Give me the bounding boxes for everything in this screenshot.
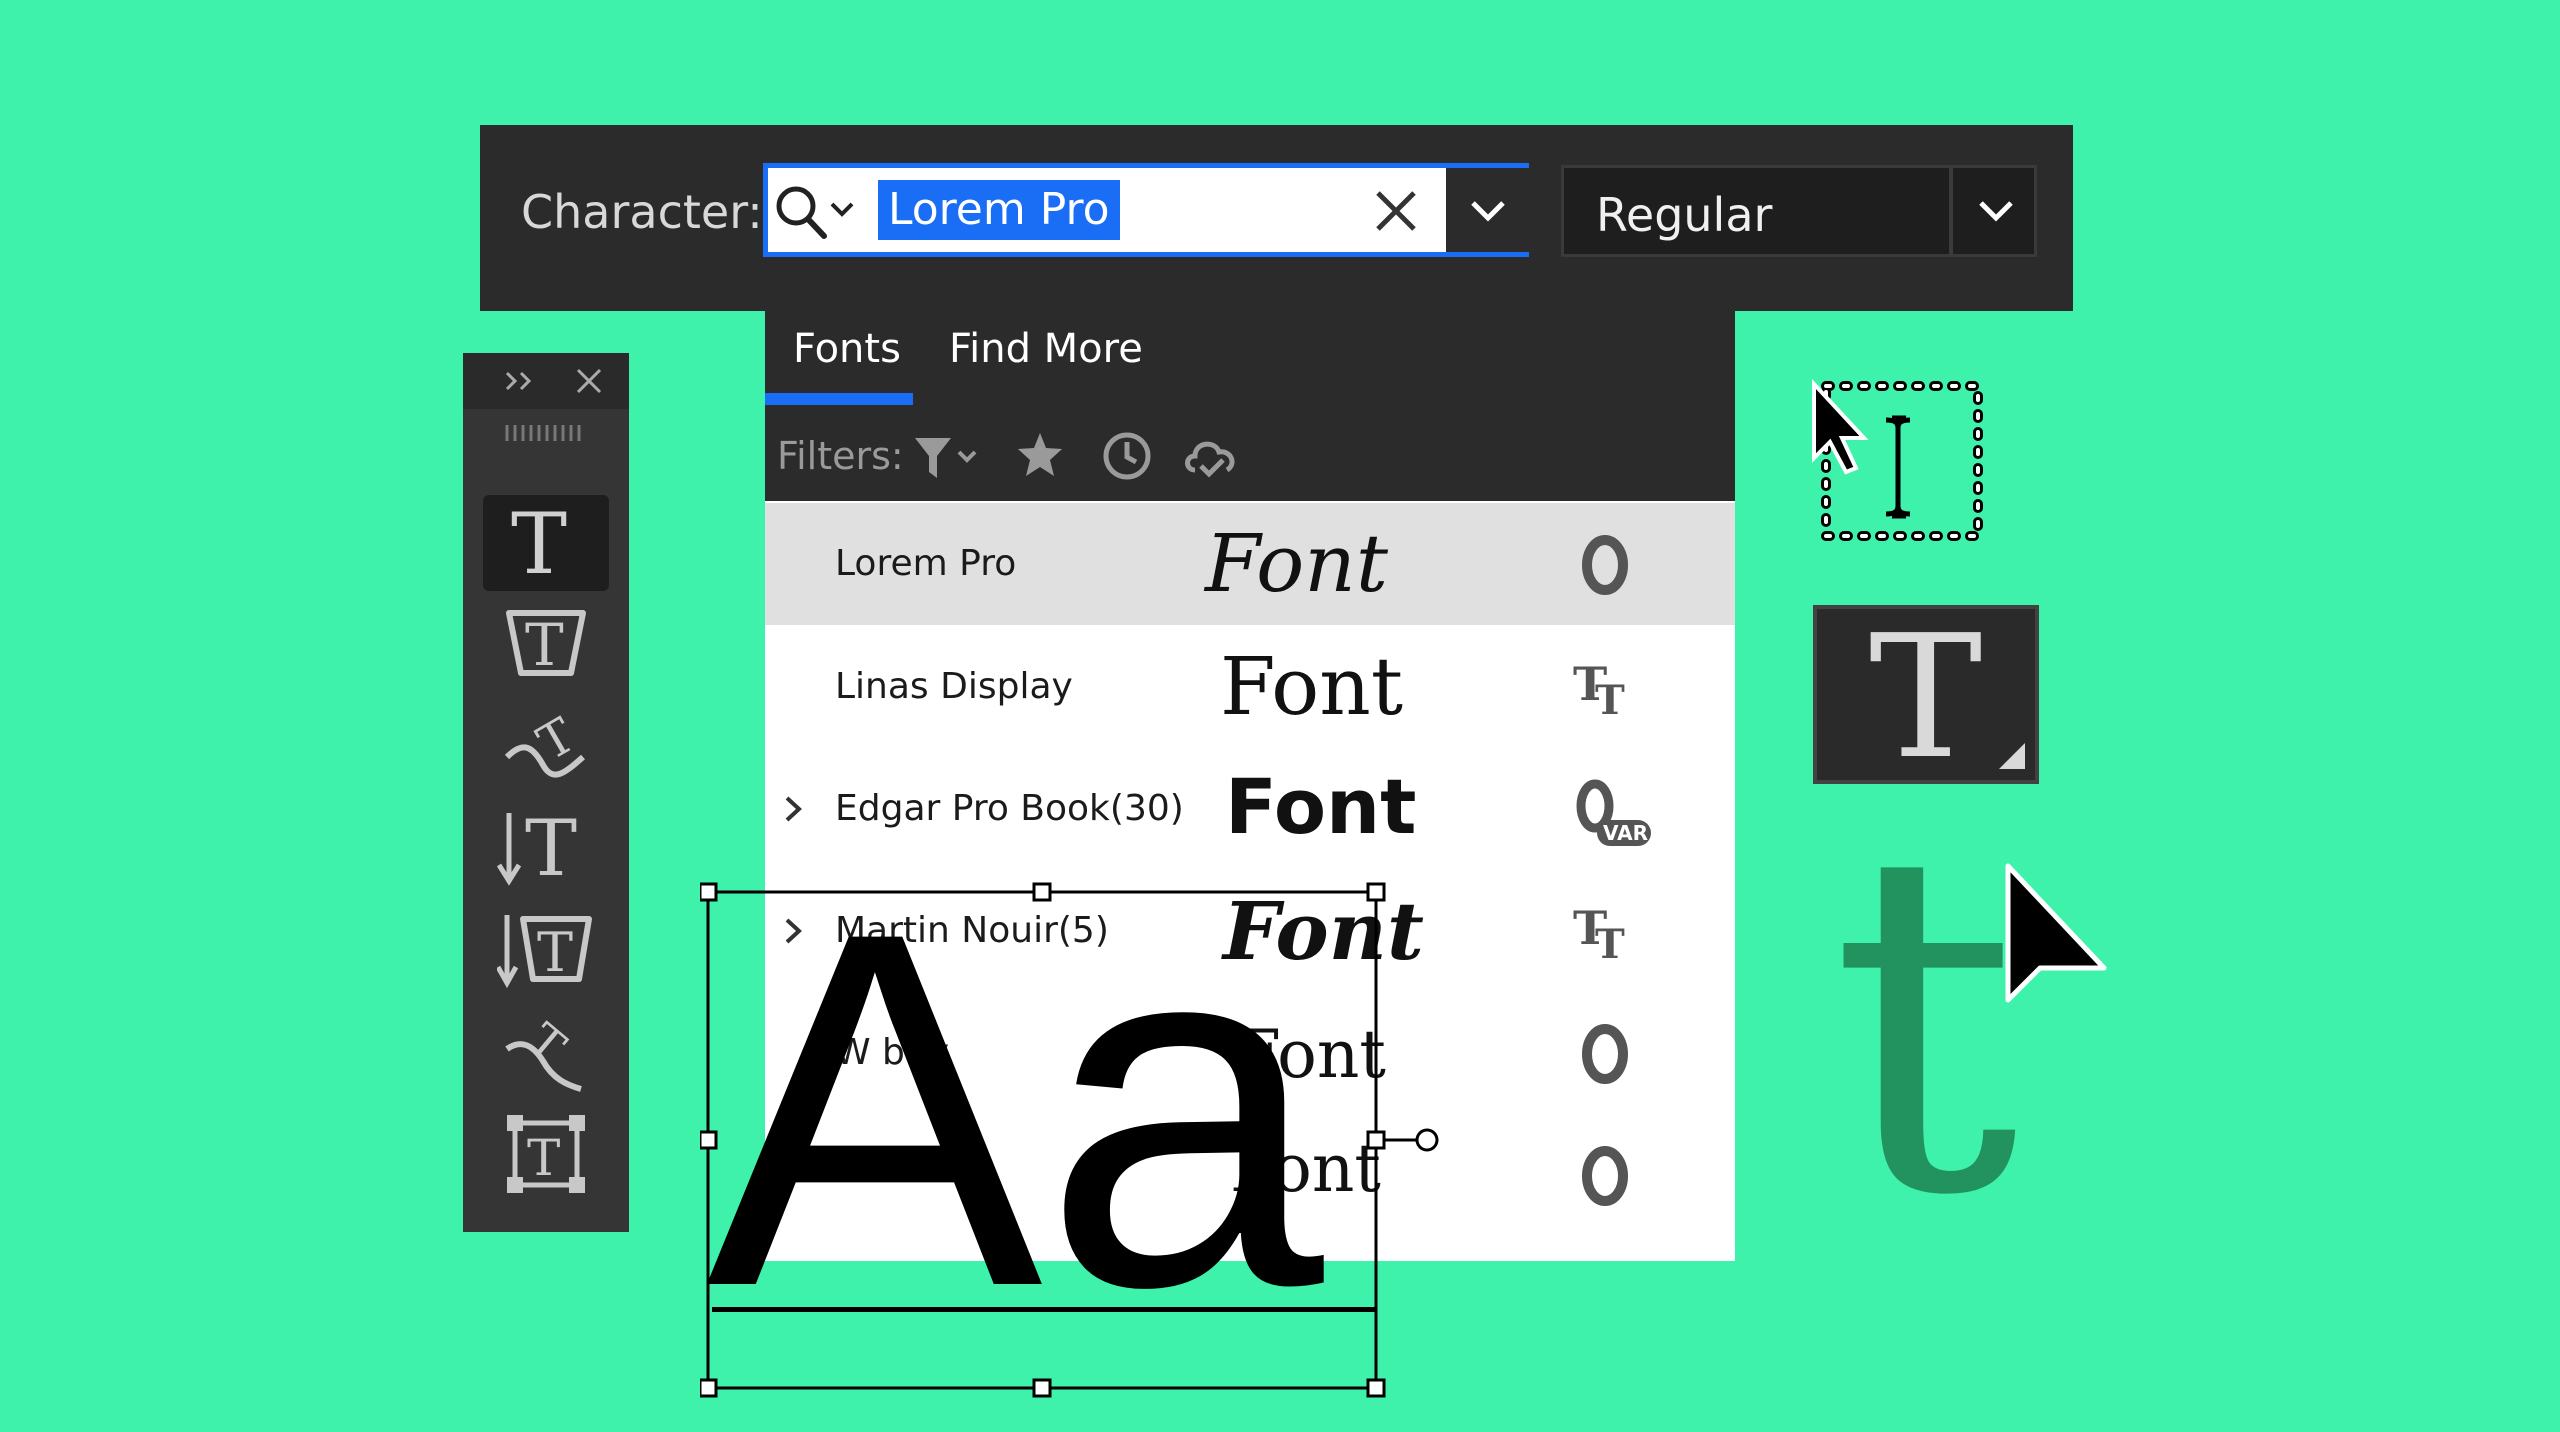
search-input[interactable]: Lorem Pro [878,180,1120,240]
clock-icon[interactable] [1101,430,1153,482]
resize-handle[interactable] [1366,1378,1386,1398]
font-style-select[interactable]: Regular [1561,165,2037,257]
area-type-tool[interactable]: T [483,1107,609,1203]
resize-handle[interactable] [700,882,718,902]
collapse-icon[interactable] [503,367,537,395]
font-row-lorem-pro[interactable]: Lorem Pro Font [765,503,1735,625]
font-dropdown-button[interactable] [1446,168,1529,252]
rotate-handle[interactable] [1415,1128,1439,1152]
horizontal-type-tool[interactable]: T [483,495,609,591]
type-on-path-icon: T [504,707,585,778]
chevron-down-icon [1471,201,1505,222]
area-type-icon: T [507,1115,585,1193]
truetype-icon: T T [1573,901,1625,968]
horizontal-type-mask-tool[interactable]: T [483,597,609,693]
type-tool-icon: T [511,501,567,585]
vertical-type-mask-tool[interactable]: T [483,903,609,999]
resize-handle[interactable] [1032,1378,1052,1398]
svg-text:T: T [525,805,577,891]
type-on-path-tool[interactable]: T [483,699,609,795]
character-label: Character: [521,185,763,239]
opentype-icon [1582,1146,1628,1206]
font-style-value: Regular [1596,188,1773,242]
divider [1949,168,1953,254]
cloud-icon[interactable] [1181,430,1241,482]
close-icon[interactable] [573,365,605,397]
resize-handle[interactable] [1366,882,1386,902]
transform-bounding-box[interactable] [700,878,1440,1398]
truetype-icon: T T [1573,657,1625,724]
resize-handle[interactable] [1366,1130,1386,1150]
resize-handle[interactable] [700,1130,718,1150]
font-preview: Font [1205,517,1388,610]
font-search-field[interactable]: Lorem Pro [763,163,1529,257]
resize-handle[interactable] [1032,882,1052,902]
search-icon[interactable] [774,182,864,242]
svg-text:T: T [527,1129,560,1187]
text-cursor-selection-icon [1812,378,1983,541]
panel-header: Fonts Find More Filters: [765,258,1735,501]
vertical-type-icon: T [497,805,577,891]
resize-handle[interactable] [700,1378,718,1398]
tools-panel-header [463,353,629,409]
svg-text:T: T [525,611,564,679]
type-tools-panel: T T T T T T T [463,353,629,1232]
svg-text:T: T [1595,921,1625,968]
drag-grip-icon[interactable] [503,423,589,443]
svg-text:T: T [1595,677,1625,724]
decorative-glyph: t [1830,751,2019,1298]
font-name: Linas Display [835,666,1073,707]
clear-icon[interactable] [1373,188,1419,234]
opentype-icon [1582,535,1628,595]
font-name: Lorem Pro [835,543,1017,584]
type-mask-tool-icon: T [506,610,586,679]
vertical-type-on-path-icon: T [505,1013,582,1092]
svg-text:T: T [511,501,567,585]
tab-fonts[interactable]: Fonts [793,326,901,372]
active-tab-indicator [765,393,913,405]
chevron-right-icon[interactable] [781,792,805,826]
variable-font-icon: VAR [1576,779,1651,846]
filters-label: Filters: [777,434,904,478]
star-icon[interactable] [1015,430,1065,480]
tab-find-more[interactable]: Find More [949,326,1143,372]
arrow-cursor-icon [2005,863,2107,1003]
font-row-linas-display[interactable]: Linas Display Font T T [765,626,1735,748]
filter-icon[interactable] [913,434,983,482]
font-preview: Font [1220,640,1403,733]
vertical-type-tool[interactable]: T [483,801,609,897]
var-badge: VAR [1603,821,1648,845]
opentype-icon [1582,1024,1628,1084]
vertical-type-on-path-tool[interactable]: T [483,1005,609,1101]
chevron-down-icon[interactable] [1978,198,2014,224]
font-name: Edgar Pro Book(30) [835,788,1184,829]
svg-text:T: T [537,921,573,984]
svg-text:T: T [518,1013,576,1074]
vertical-type-mask-icon: T [497,915,592,989]
